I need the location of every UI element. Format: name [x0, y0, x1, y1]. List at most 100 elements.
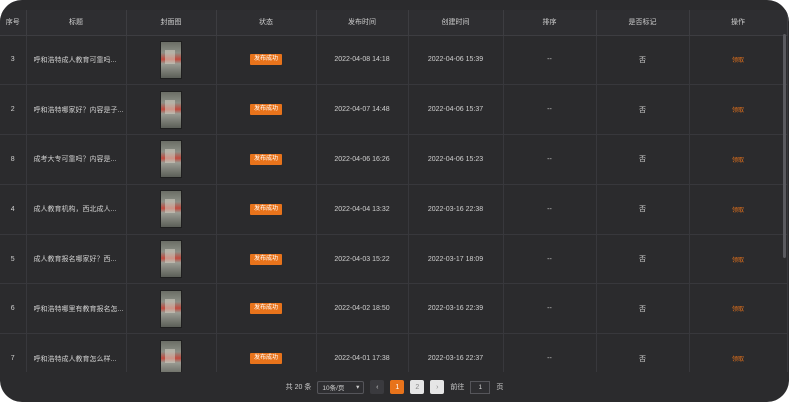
row-title[interactable]: 呼和浩特哪家好？内容是子...: [26, 84, 127, 136]
column-header-cover[interactable]: 封面图: [126, 10, 217, 36]
status-badge: 发布成功: [249, 303, 282, 315]
column-header-title[interactable]: 标题: [26, 10, 127, 36]
row-cover: [126, 234, 217, 285]
row-actions: 领取: [689, 333, 788, 372]
row-sort: --: [503, 283, 597, 335]
row-publish-time: 2022-04-01 17:38: [316, 333, 409, 372]
row-title[interactable]: 成人教育机构，西北成人...: [26, 184, 127, 235]
row-cover: [126, 184, 217, 235]
table-row: 6 呼和浩特哪里有教育报名怎... 发布成功 2022-04-02 18:50 …: [0, 283, 788, 335]
table-row: 8 成考大专可靠吗？内容是... 发布成功 2022-04-06 16:26 2…: [0, 134, 788, 185]
goto-page-input[interactable]: 1: [470, 380, 491, 394]
column-header-create-time[interactable]: 创建时间: [408, 10, 504, 36]
pagination: 共 20 条 10条/页 ▾ ‹ 1 2 › 前往 1 页: [0, 372, 789, 402]
action-link[interactable]: 领取: [732, 158, 744, 164]
row-sort: --: [503, 234, 597, 285]
total-count: 共 20 条: [285, 384, 312, 391]
next-page-button[interactable]: ›: [430, 380, 445, 394]
row-title[interactable]: 成人教育报名哪家好？西...: [26, 234, 127, 285]
row-title[interactable]: 呼和浩特成人教育可靠吗...: [26, 35, 127, 86]
row-actions: 领取: [689, 84, 788, 136]
table-row: 4 成人教育机构，西北成人... 发布成功 2022-04-04 13:32 2…: [0, 184, 788, 235]
row-cover: [126, 35, 217, 86]
row-marked: 否: [596, 35, 690, 86]
status-badge: 发布成功: [249, 153, 282, 165]
row-marked: 否: [596, 333, 690, 372]
page-unit-label: 页: [496, 384, 504, 391]
row-index: 7: [0, 333, 27, 372]
action-link[interactable]: 领取: [732, 357, 744, 363]
action-link[interactable]: 领取: [732, 258, 744, 264]
status-badge: 发布成功: [249, 353, 282, 365]
row-sort: --: [503, 84, 597, 136]
row-cover: [126, 134, 217, 185]
status-badge: 发布成功: [249, 54, 282, 66]
row-sort: --: [503, 333, 597, 372]
page-button-1[interactable]: 1: [390, 380, 405, 394]
row-title[interactable]: 呼和浩特哪里有教育报名怎...: [26, 283, 127, 335]
cover-image[interactable]: [160, 140, 182, 179]
row-status: 发布成功: [216, 35, 317, 86]
row-publish-time: 2022-04-08 14:18: [316, 35, 409, 86]
column-header-sort[interactable]: 排序: [503, 10, 597, 36]
column-header-status[interactable]: 状态: [216, 10, 317, 36]
status-badge: 发布成功: [249, 104, 282, 116]
goto-label: 前往: [450, 384, 465, 391]
row-index: 8: [0, 134, 27, 185]
row-publish-time: 2022-04-04 13:32: [316, 184, 409, 235]
cover-image[interactable]: [160, 40, 182, 79]
row-sort: --: [503, 184, 597, 235]
column-header-marked[interactable]: 是否标记: [596, 10, 690, 36]
row-title[interactable]: 呼和浩特成人教育怎么样...: [26, 333, 127, 372]
column-header-index[interactable]: 序号: [0, 10, 27, 36]
cover-image[interactable]: [160, 190, 182, 229]
row-title[interactable]: 成考大专可靠吗？内容是...: [26, 134, 127, 185]
cover-image[interactable]: [160, 90, 182, 129]
row-actions: 领取: [689, 134, 788, 185]
app-window: 序号 标题 封面图 状态 发布时间 创建时间 排序 是否标记 操作 3 呼和浩特…: [0, 0, 789, 402]
vertical-scrollbar[interactable]: [783, 34, 786, 258]
row-marked: 否: [596, 283, 690, 335]
row-actions: 领取: [689, 234, 788, 285]
action-link[interactable]: 领取: [732, 108, 744, 114]
cover-image[interactable]: [160, 289, 182, 328]
column-header-publish-time[interactable]: 发布时间: [316, 10, 409, 36]
page-button-2[interactable]: 2: [410, 380, 425, 394]
row-status: 发布成功: [216, 84, 317, 136]
table-row: 5 成人教育报名哪家好？西... 发布成功 2022-04-03 15:22 2…: [0, 234, 788, 285]
column-header-actions[interactable]: 操作: [689, 10, 788, 36]
row-marked: 否: [596, 84, 690, 136]
row-create-time: 2022-03-16 22:38: [408, 184, 504, 235]
data-table-container: 序号 标题 封面图 状态 发布时间 创建时间 排序 是否标记 操作 3 呼和浩特…: [0, 10, 789, 372]
action-link[interactable]: 领取: [732, 208, 744, 214]
row-publish-time: 2022-04-02 18:50: [316, 283, 409, 335]
prev-page-button[interactable]: ‹: [370, 380, 385, 394]
row-actions: 领取: [689, 35, 788, 86]
row-index: 2: [0, 84, 27, 136]
row-status: 发布成功: [216, 283, 317, 335]
row-index: 5: [0, 234, 27, 285]
table-row: 3 呼和浩特成人教育可靠吗... 发布成功 2022-04-08 14:18 2…: [0, 35, 788, 86]
cover-image[interactable]: [160, 240, 182, 279]
articles-table: 序号 标题 封面图 状态 发布时间 创建时间 排序 是否标记 操作 3 呼和浩特…: [0, 10, 788, 372]
page-size-value: 10条/页: [322, 385, 345, 392]
table-row: 7 呼和浩特成人教育怎么样... 发布成功 2022-04-01 17:38 2…: [0, 333, 788, 372]
row-create-time: 2022-03-16 22:37: [408, 333, 504, 372]
row-status: 发布成功: [216, 134, 317, 185]
row-create-time: 2022-04-06 15:39: [408, 35, 504, 86]
chevron-down-icon: ▾: [356, 384, 360, 391]
row-marked: 否: [596, 134, 690, 185]
row-sort: --: [503, 134, 597, 185]
row-publish-time: 2022-04-03 15:22: [316, 234, 409, 285]
row-index: 4: [0, 184, 27, 235]
row-cover: [126, 283, 217, 335]
action-link[interactable]: 领取: [732, 307, 744, 313]
row-index: 3: [0, 35, 27, 86]
row-cover: [126, 84, 217, 136]
row-index: 6: [0, 283, 27, 335]
page-size-select[interactable]: 10条/页 ▾: [317, 380, 365, 394]
row-sort: --: [503, 35, 597, 86]
cover-image[interactable]: [160, 339, 182, 372]
action-link[interactable]: 领取: [732, 58, 744, 64]
row-cover: [126, 333, 217, 372]
